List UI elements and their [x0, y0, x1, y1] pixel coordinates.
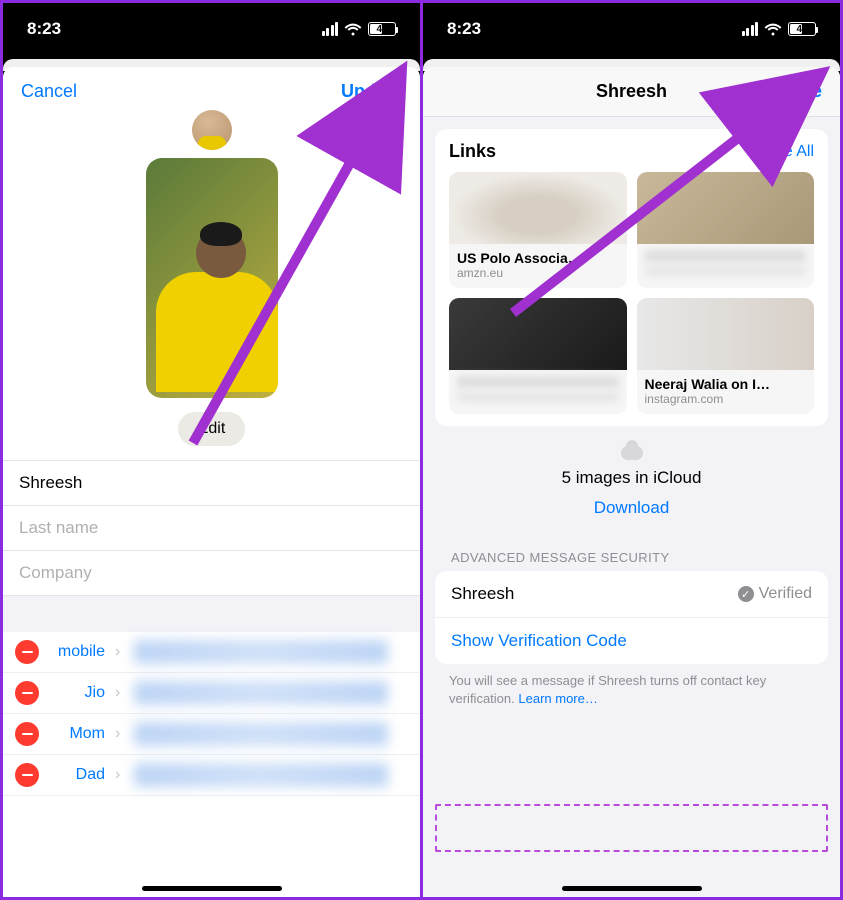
battery-icon: 47: [788, 22, 816, 36]
phone-number[interactable]: [134, 640, 388, 664]
delete-icon[interactable]: [15, 640, 39, 664]
check-icon: ✓: [738, 586, 754, 602]
nav-bar: Cancel Update: [3, 67, 420, 108]
phone-number[interactable]: [134, 722, 388, 746]
verified-badge: ✓ Verified: [738, 585, 812, 603]
link-domain: amzn.eu: [457, 266, 619, 280]
icloud-block: 5 images in iCloud Download: [423, 426, 840, 532]
phone-label[interactable]: Jio: [49, 684, 105, 702]
link-thumbnail: [637, 172, 815, 244]
update-button[interactable]: Update: [341, 81, 402, 102]
verify-name: Shreesh: [451, 584, 514, 604]
status-time: 8:23: [27, 19, 61, 39]
highlight-box: [435, 804, 828, 852]
phone-rows: mobile › Jio › Mom › Dad ›: [3, 632, 420, 796]
chevron-right-icon: ›: [115, 684, 120, 702]
delete-icon[interactable]: [15, 763, 39, 787]
link-title: Neeraj Walia on I…: [645, 376, 807, 392]
done-button[interactable]: Done: [777, 81, 822, 102]
security-card: Shreesh ✓ Verified Show Verification Cod…: [435, 571, 828, 664]
avatar[interactable]: [192, 110, 232, 150]
home-indicator[interactable]: [142, 886, 282, 891]
phone-row[interactable]: Mom ›: [3, 714, 420, 755]
link-item[interactable]: US Polo Associa… amzn.eu: [449, 172, 627, 288]
status-bar: 8:23 47: [3, 3, 420, 55]
section-label: ADVANCED MESSAGE SECURITY: [423, 532, 840, 571]
phone-row[interactable]: Dad ›: [3, 755, 420, 796]
first-name-field[interactable]: Shreesh: [3, 461, 420, 506]
contact-detail-sheet: Shreesh Done Links See All US Polo Assoc…: [423, 67, 840, 897]
phone-label[interactable]: mobile: [49, 643, 105, 661]
link-item[interactable]: [449, 298, 627, 414]
show-code-button[interactable]: Show Verification Code: [435, 618, 828, 664]
wifi-icon: [344, 23, 362, 36]
name-fields: Shreesh Last name Company: [3, 460, 420, 596]
icloud-text: 5 images in iCloud: [423, 468, 840, 488]
last-name-field[interactable]: Last name: [3, 506, 420, 551]
cancel-button[interactable]: Cancel: [21, 81, 77, 102]
status-right: 47: [322, 22, 397, 36]
phone-number[interactable]: [134, 681, 388, 705]
links-card: Links See All US Polo Associa… amzn.eu: [435, 129, 828, 426]
status-bar: 8:23 47: [423, 3, 840, 55]
left-phone: 8:23 47 Cancel Update Edit Shreesh Last …: [3, 3, 420, 897]
battery-icon: 47: [368, 22, 396, 36]
page-title: Shreesh: [596, 81, 667, 102]
chevron-right-icon: ›: [115, 766, 120, 784]
verified-row[interactable]: Shreesh ✓ Verified: [435, 571, 828, 618]
chevron-right-icon: ›: [115, 725, 120, 743]
cloud-icon: [621, 446, 643, 460]
footnote: You will see a message if Shreesh turns …: [423, 664, 840, 708]
link-thumbnail: [449, 172, 627, 244]
phone-label[interactable]: Dad: [49, 766, 105, 784]
edit-contact-sheet: Cancel Update Edit Shreesh Last name Com…: [3, 67, 420, 897]
signal-icon: [322, 22, 339, 36]
nav-bar: Shreesh Done: [423, 67, 840, 117]
link-thumbnail: [637, 298, 815, 370]
download-button[interactable]: Download: [423, 488, 840, 524]
home-indicator[interactable]: [562, 886, 702, 891]
signal-icon: [742, 22, 759, 36]
contact-poster[interactable]: [146, 158, 278, 398]
link-item[interactable]: Neeraj Walia on I… instagram.com: [637, 298, 815, 414]
delete-icon[interactable]: [15, 722, 39, 746]
wifi-icon: [764, 23, 782, 36]
phone-label[interactable]: Mom: [49, 725, 105, 743]
link-title: US Polo Associa…: [457, 250, 619, 266]
company-field[interactable]: Company: [3, 551, 420, 596]
right-phone: 8:23 47 Shreesh Done Links See All: [423, 3, 840, 897]
link-domain: [645, 266, 807, 276]
link-title: [457, 376, 619, 388]
link-thumbnail: [449, 298, 627, 370]
link-domain: instagram.com: [645, 392, 807, 406]
learn-more-link[interactable]: Learn more…: [518, 691, 597, 706]
phone-row[interactable]: mobile ›: [3, 632, 420, 673]
see-all-button[interactable]: See All: [764, 143, 814, 161]
status-time: 8:23: [447, 19, 481, 39]
links-header: Links: [449, 141, 496, 162]
edit-button[interactable]: Edit: [178, 412, 246, 446]
link-title: [645, 250, 807, 262]
phone-number[interactable]: [134, 763, 388, 787]
delete-icon[interactable]: [15, 681, 39, 705]
phone-row[interactable]: Jio ›: [3, 673, 420, 714]
status-right: 47: [742, 22, 817, 36]
chevron-right-icon: ›: [115, 643, 120, 661]
link-domain: [457, 392, 619, 402]
link-item[interactable]: [637, 172, 815, 288]
